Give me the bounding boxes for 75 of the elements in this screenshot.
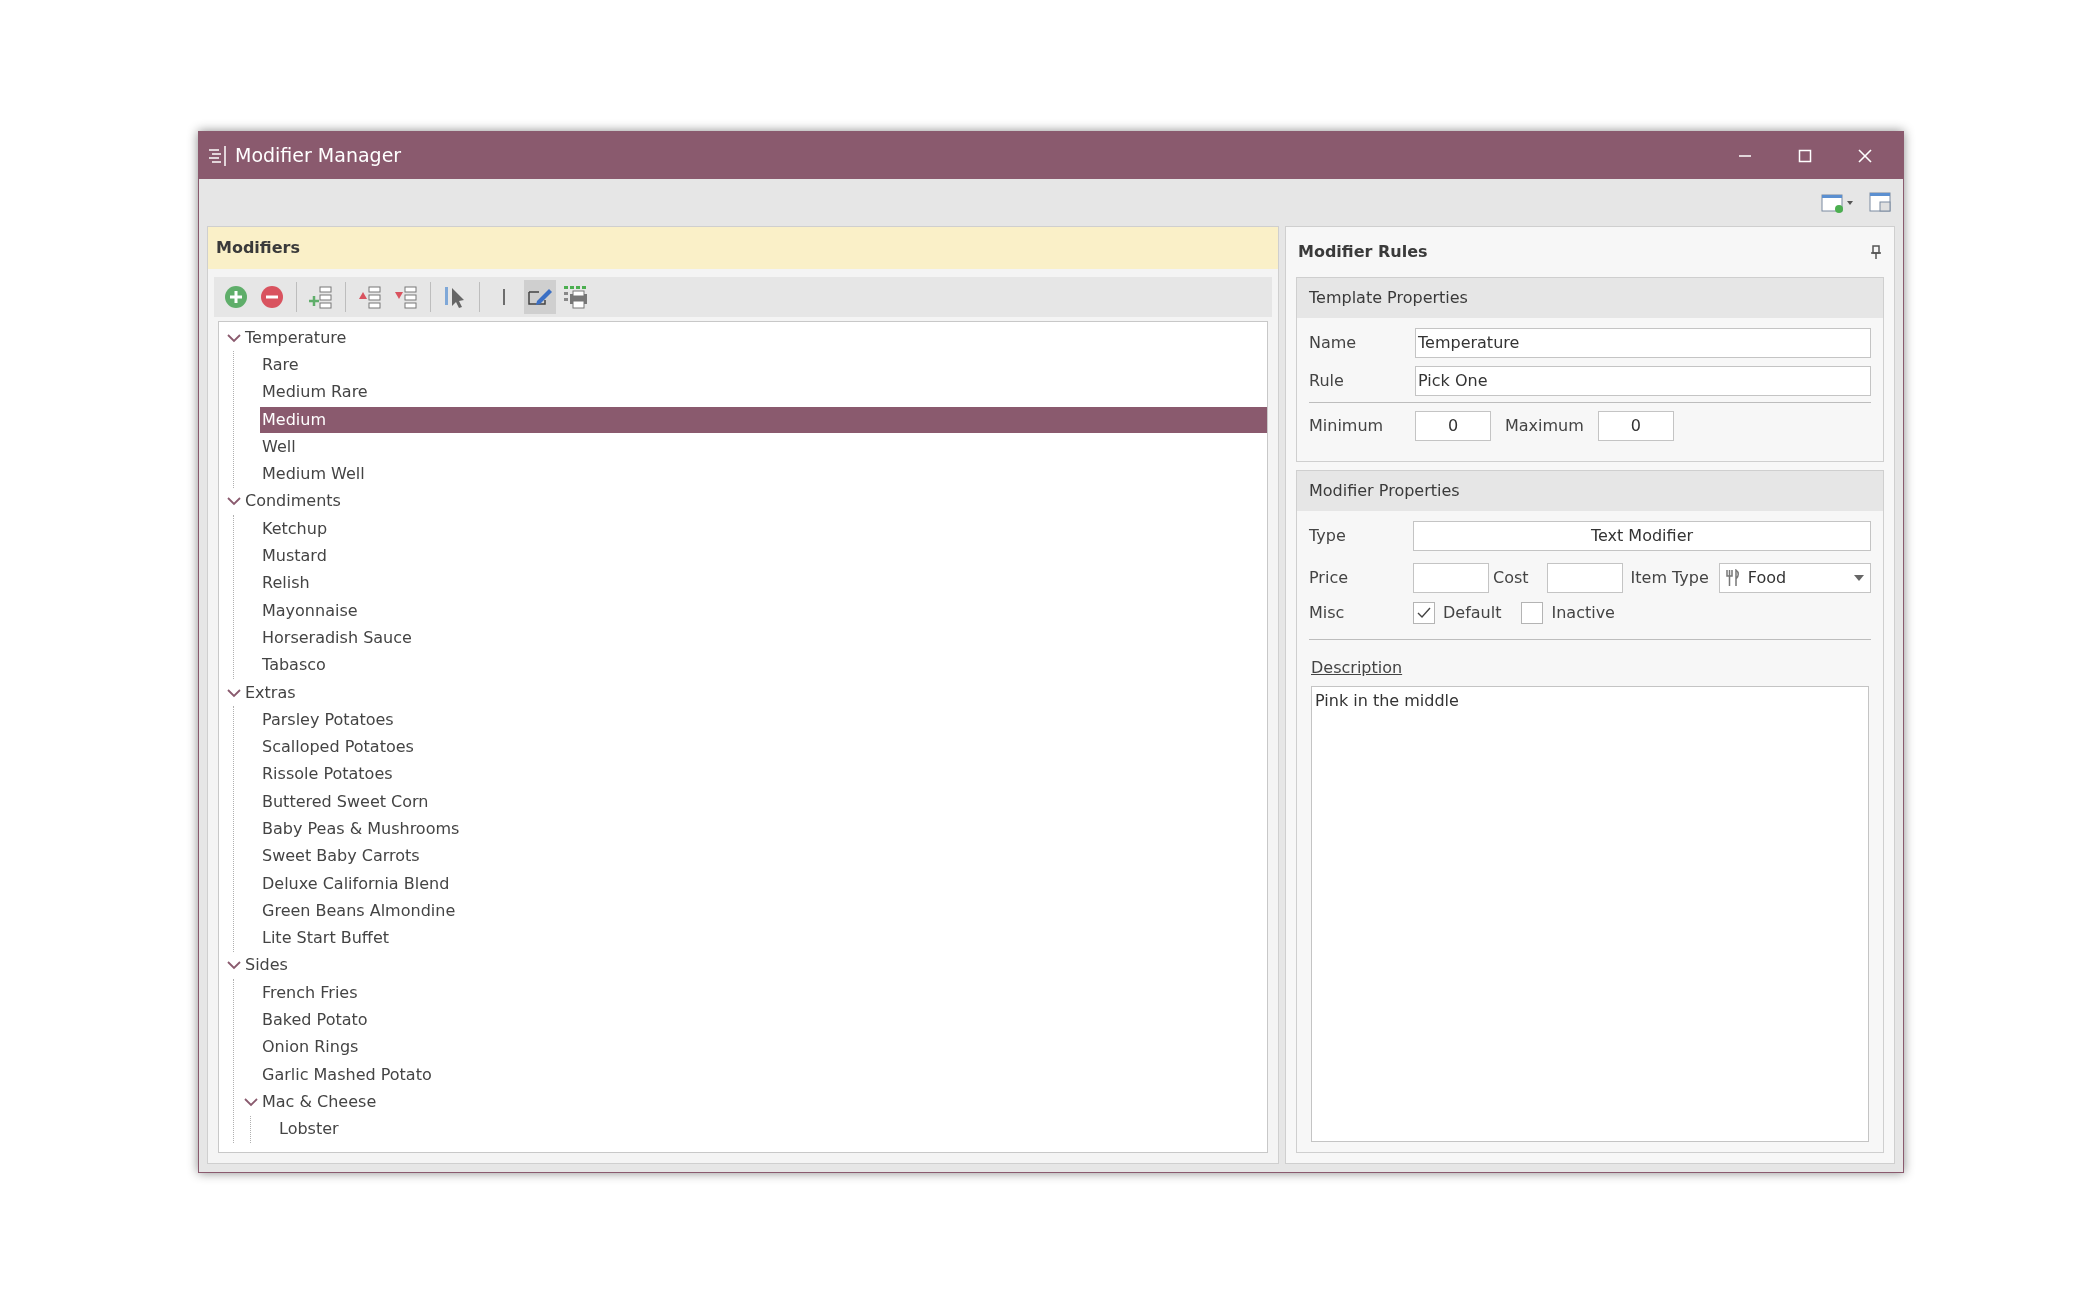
tree-item[interactable]: Mustard	[260, 543, 1267, 569]
tree-item[interactable]: Rissole Potatoes	[260, 761, 1267, 788]
field-label: Type	[1309, 525, 1347, 547]
tree-item[interactable]: Well	[260, 433, 1267, 460]
field-label: Price	[1309, 567, 1350, 589]
print-grid-icon[interactable]	[563, 284, 589, 310]
description-field[interactable]: Pink in the middle	[1311, 686, 1869, 1142]
input-field[interactable]: 0	[1415, 411, 1491, 441]
move-down-icon[interactable]	[393, 284, 419, 310]
field-label: Name	[1309, 332, 1358, 354]
menu-lines-icon	[207, 144, 227, 167]
panel-title: Modifier Rules	[1298, 241, 1428, 263]
tree-item[interactable]: Parsley Potatoes	[260, 706, 1267, 733]
tree-item[interactable]: Horseradish Sauce	[260, 624, 1267, 651]
tree-item[interactable]: Lite Start Buffet	[260, 925, 1267, 952]
panel-title: Modifiers	[216, 237, 300, 259]
fork-knife-icon	[1725, 569, 1740, 587]
field-label: Misc	[1309, 602, 1346, 624]
input-field[interactable]: Pick One	[1415, 366, 1871, 396]
tree-item[interactable]: French Fries	[260, 979, 1267, 1006]
checkbox-label: Default	[1443, 602, 1502, 624]
caret-icon	[1854, 575, 1864, 581]
remove-icon[interactable]	[259, 284, 285, 310]
add-row-icon[interactable]	[308, 284, 334, 310]
tree-item[interactable]: Ketchup	[260, 515, 1267, 542]
tree-item[interactable]: Baked Potato	[260, 1007, 1267, 1034]
tree-item[interactable]: Extras	[243, 679, 1267, 706]
input-field[interactable]	[1546, 563, 1623, 593]
tree-item[interactable]: Mayonnaise	[260, 597, 1267, 624]
window-title: Modifier Manager	[235, 143, 403, 169]
group-title: Modifier Properties	[1309, 480, 1460, 502]
tree-item[interactable]: Onion Rings	[260, 1034, 1267, 1061]
pin-icon[interactable]	[1870, 245, 1882, 259]
checkbox[interactable]	[1413, 602, 1435, 624]
tree-item[interactable]: Green Beans Almondine	[260, 897, 1267, 924]
maximize-icon[interactable]	[1798, 148, 1812, 163]
field-label: Cost	[1493, 567, 1529, 589]
tree-item[interactable]: Buttered Sweet Corn	[260, 788, 1267, 815]
dropdown-field[interactable]: Text Modifier	[1413, 521, 1871, 551]
field-label: Maximum	[1505, 415, 1584, 437]
tree-item[interactable]: Mac & Cheese	[260, 1088, 1267, 1115]
add-icon[interactable]	[223, 284, 249, 310]
move-up-icon[interactable]	[357, 284, 383, 310]
window-layout-icon[interactable]	[1869, 190, 1893, 215]
checkbox-label: Inactive	[1551, 602, 1615, 624]
input-field[interactable]	[1413, 563, 1489, 593]
tree-item[interactable]: Tabasco	[260, 652, 1267, 679]
group-title: Template Properties	[1309, 287, 1468, 309]
dropdown-field[interactable]: Food	[1718, 563, 1871, 593]
field-label: Rule	[1309, 370, 1345, 392]
tree-item[interactable]: Medium Well	[260, 461, 1267, 488]
tree-item[interactable]: Lobster	[277, 1116, 1267, 1143]
window-settings-icon[interactable]	[1821, 191, 1855, 214]
tree-item[interactable]: Garlic Mashed Potato	[260, 1061, 1267, 1088]
edit-mode-toggle[interactable]	[524, 280, 556, 314]
checkbox[interactable]	[1521, 602, 1544, 624]
tree-item[interactable]: Sides	[243, 952, 1267, 979]
tree-item[interactable]: Scalloped Potatoes	[260, 734, 1267, 761]
input-field[interactable]: Temperature	[1415, 328, 1871, 358]
field-label: Description	[1311, 657, 1403, 679]
tree-item[interactable]: Temperature	[243, 324, 1267, 351]
tree-item[interactable]: Condiments	[243, 488, 1267, 515]
field-label: Item Type	[1630, 567, 1709, 589]
tree-item[interactable]: Deluxe California Blend	[260, 870, 1267, 897]
check-icon	[1417, 607, 1431, 619]
tree-item[interactable]: Relish	[260, 570, 1267, 597]
tree-item[interactable]: Medium Rare	[260, 379, 1267, 406]
input-field[interactable]: 0	[1597, 411, 1674, 441]
field-label: Minimum	[1309, 415, 1385, 437]
dropdown-value: Food	[1747, 567, 1788, 589]
close-icon[interactable]	[1858, 148, 1872, 163]
tree-item[interactable]: Medium	[260, 406, 1267, 433]
tree-item[interactable]: Rare	[260, 351, 1267, 378]
tree-item[interactable]: Baby Peas & Mushrooms	[260, 816, 1267, 842]
tree-item[interactable]: Sweet Baby Carrots	[260, 843, 1267, 870]
